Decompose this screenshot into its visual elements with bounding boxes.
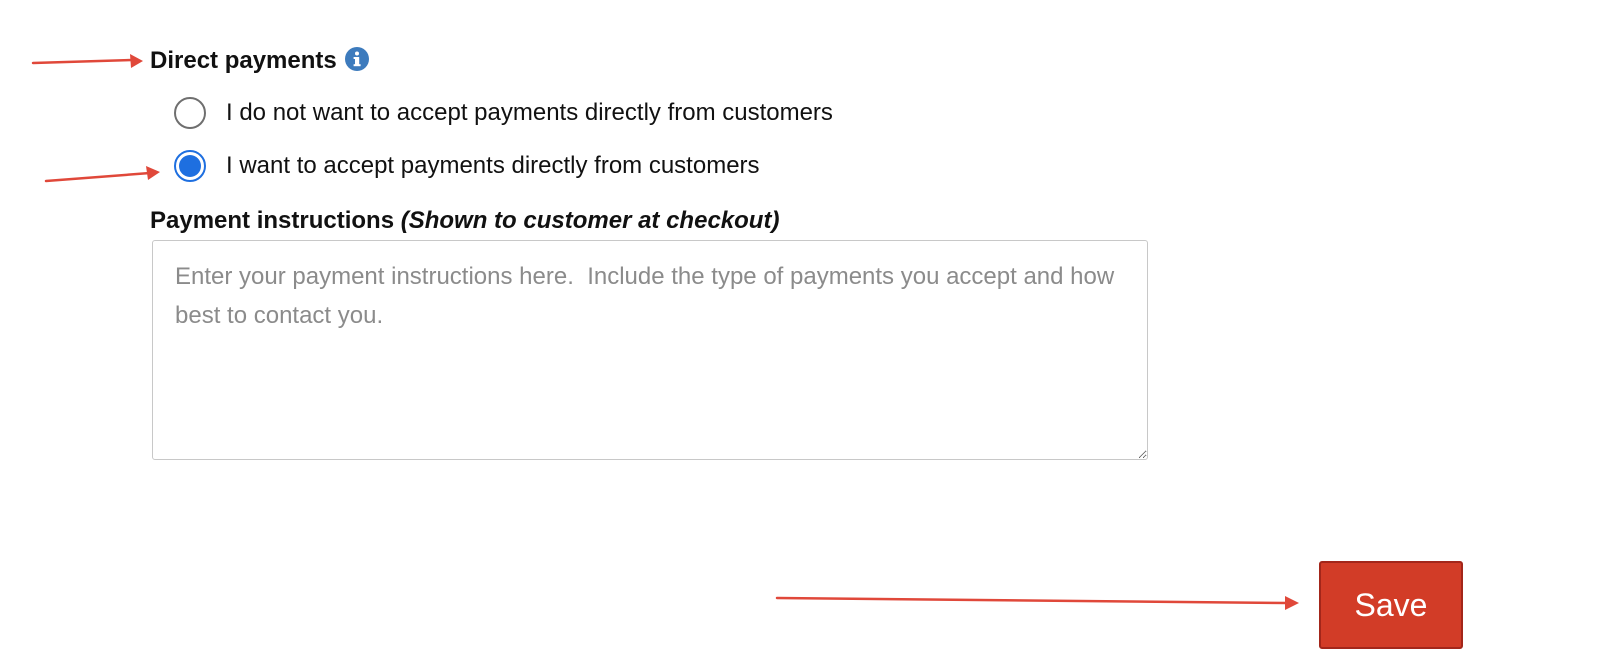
radio-option-no-direct-payments[interactable]: I do not want to accept payments directl… (174, 97, 833, 129)
info-icon[interactable] (344, 47, 369, 71)
direct-payments-title: Direct payments (150, 47, 337, 74)
payment-instructions-label: Payment instructions (Shown to customer … (150, 205, 779, 237)
payment-instructions-label-text: Payment instructions (150, 207, 395, 234)
radio-button-unselected[interactable] (174, 97, 206, 129)
payment-instructions-textarea[interactable] (152, 240, 1148, 460)
radio-option-label: I want to accept payments directly from … (226, 152, 760, 179)
payment-instructions-hint: (Shown to customer at checkout) (400, 207, 780, 234)
radio-option-label: I do not want to accept payments directl… (226, 99, 833, 126)
red-annotation-arrow-icon (775, 596, 1299, 610)
payment-instructions-field-wrapper (152, 240, 1148, 460)
payment-settings-panel: Direct payments I do not want to accept … (0, 0, 1619, 661)
red-annotation-arrow-icon (44, 166, 160, 183)
radio-button-selected[interactable] (174, 150, 206, 182)
direct-payments-heading: Direct payments (150, 45, 369, 77)
radio-option-accept-direct-payments[interactable]: I want to accept payments directly from … (174, 150, 760, 182)
red-annotation-arrow-icon (31, 54, 143, 68)
save-button[interactable]: Save (1319, 561, 1463, 649)
